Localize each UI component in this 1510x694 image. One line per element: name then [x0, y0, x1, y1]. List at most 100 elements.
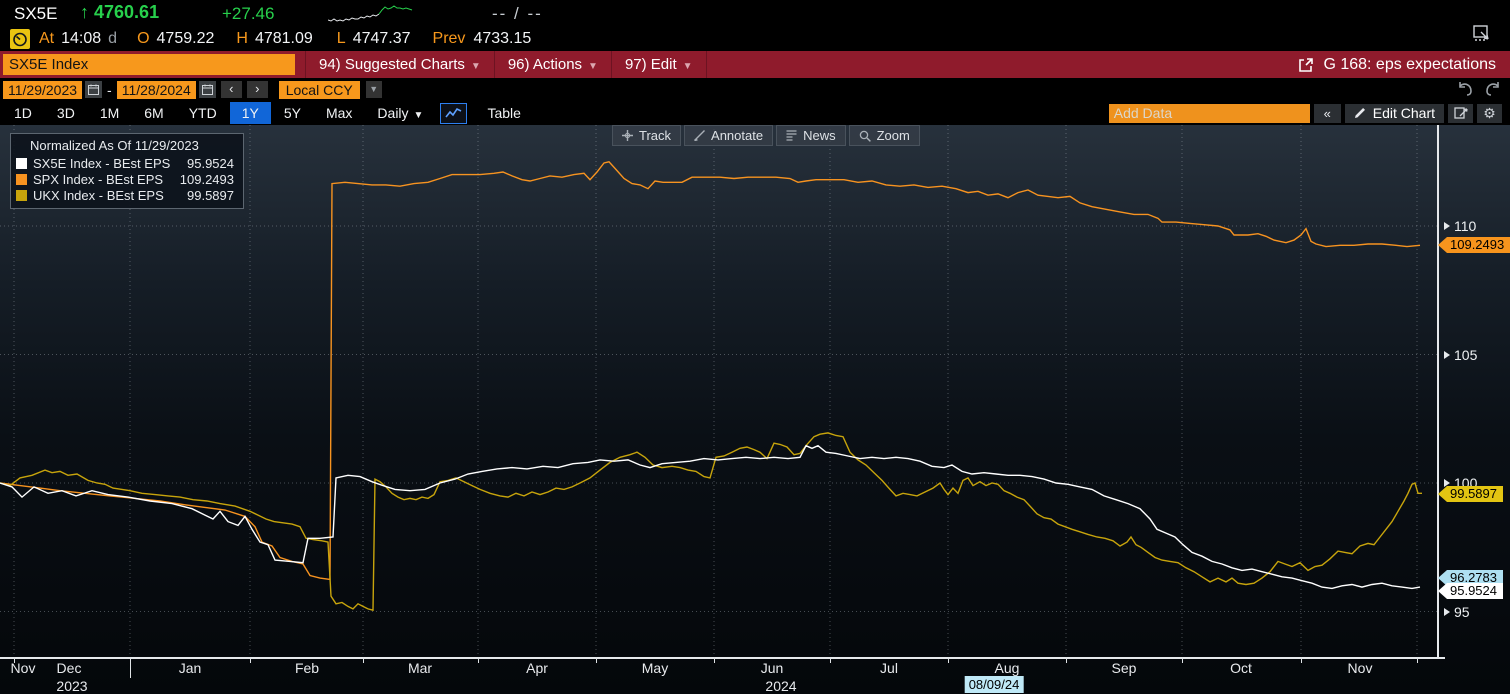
header-ticker: SX5E — [14, 4, 57, 24]
legend-swatch — [16, 174, 27, 185]
tab-3d[interactable]: 3D — [45, 102, 87, 124]
zoom-button[interactable]: Zoom — [849, 125, 920, 146]
last-price-badge: 109.2493 — [1438, 237, 1510, 253]
dropdown-arrow-icon: ▼ — [683, 61, 693, 72]
x-axis-month-label: Jul — [880, 660, 898, 676]
series-line — [0, 446, 1420, 589]
menu-edit[interactable]: 97) Edit▼ — [612, 51, 707, 78]
dropdown-arrow-icon: ▼ — [588, 61, 598, 72]
tab-5y[interactable]: 5Y — [272, 102, 313, 124]
open-label: O — [137, 30, 149, 48]
track-icon — [622, 130, 633, 141]
add-data-input[interactable]: Add Data — [1109, 104, 1310, 123]
end-date-input[interactable]: 11/28/2024 — [117, 81, 196, 99]
undo-icon[interactable] — [1456, 82, 1474, 97]
security-input[interactable]: SX5E Index — [3, 54, 295, 75]
x-axis-tick — [1066, 657, 1067, 663]
zoom-icon — [859, 130, 871, 142]
date-range-bar: 11/29/2023 - 11/28/2024 ‹ › Local CCY ▼ — [0, 78, 1510, 101]
x-axis-tick — [478, 657, 479, 663]
delayed-gauge-icon — [10, 29, 30, 49]
high-value: 4781.09 — [255, 30, 313, 48]
collapse-panel-button[interactable]: « — [1314, 104, 1341, 123]
tab-1m[interactable]: 1M — [88, 102, 131, 124]
range-forward-button[interactable]: › — [247, 81, 268, 98]
export-icon[interactable] — [1298, 57, 1314, 73]
screen-grab-icon[interactable] — [1472, 24, 1491, 43]
y-axis-tick-label: 105 — [1444, 347, 1477, 363]
legend-swatch — [16, 190, 27, 201]
tab-max[interactable]: Max — [314, 102, 364, 124]
open-value: 4759.22 — [157, 30, 215, 48]
calendar-icon[interactable] — [199, 81, 216, 98]
x-axis-month-label: Jun — [761, 660, 784, 676]
currency-dropdown-icon[interactable]: ▼ — [366, 81, 382, 98]
legend-item[interactable]: SX5E Index - BEst EPS95.9524 — [16, 155, 234, 171]
tab-ytd[interactable]: YTD — [177, 102, 229, 124]
x-axis-tick — [1417, 657, 1418, 663]
redo-icon[interactable] — [1484, 82, 1502, 97]
x-axis-line — [0, 657, 1445, 659]
legend-value: 95.9524 — [175, 156, 234, 171]
command-bar: SX5E Index 94) Suggested Charts▼96) Acti… — [0, 51, 1510, 78]
legend-item[interactable]: SPX Index - BEst EPS109.2493 — [16, 171, 234, 187]
x-axis-tick — [1301, 657, 1302, 663]
menu-suggested-charts[interactable]: 94) Suggested Charts▼ — [306, 51, 495, 78]
dropdown-arrow-icon: ▼ — [471, 61, 481, 72]
y-axis-tick-label: 95 — [1444, 604, 1470, 620]
tab-table[interactable]: Table — [475, 102, 532, 124]
chart-reference: G 168: eps expectations — [1298, 56, 1496, 74]
tracked-date-badge: 08/09/24 — [965, 676, 1024, 693]
up-arrow-icon: ↑ — [80, 2, 89, 22]
frequency-dropdown[interactable]: Daily▼ — [368, 102, 432, 124]
annotate-chart-icon[interactable] — [1448, 104, 1473, 123]
chart-type-button[interactable] — [440, 103, 467, 124]
pencil-icon — [1354, 107, 1366, 119]
chart-legend: Normalized As Of 11/29/2023 SX5E Index -… — [10, 133, 244, 209]
prev-value: 4733.15 — [473, 30, 531, 48]
currency-select[interactable]: Local CCY — [279, 81, 360, 99]
high-label: H — [236, 30, 248, 48]
edit-chart-button[interactable]: Edit Chart — [1345, 104, 1444, 123]
track-button[interactable]: Track — [612, 125, 681, 146]
annotate-button[interactable]: Annotate — [684, 125, 773, 146]
low-value: 4747.37 — [353, 30, 411, 48]
x-axis-tick — [714, 657, 715, 663]
x-axis-year-label: 2024 — [765, 678, 796, 694]
x-axis-month-label: Oct — [1230, 660, 1252, 676]
low-label: L — [337, 30, 346, 48]
tab-6m[interactable]: 6M — [132, 102, 175, 124]
x-axis-month-label: Dec — [57, 660, 82, 676]
chart-area[interactable]: 11010510095 109.249399.589796.278395.952… — [0, 125, 1510, 694]
dropdown-arrow-icon: ▼ — [414, 110, 424, 121]
quote-time: 14:08 — [61, 30, 101, 48]
y-axis-tick-label: 110 — [1444, 218, 1476, 234]
menu-bar: 94) Suggested Charts▼96) Actions▼97) Edi… — [305, 51, 707, 78]
legend-item[interactable]: UKX Index - BEst EPS99.5897 — [16, 187, 234, 203]
x-axis-tick — [130, 657, 131, 678]
settings-gear-icon[interactable]: ⚙ — [1477, 104, 1502, 123]
quote-header: SX5E ↑ 4760.61 +27.46 -- / -- At 14:08 d… — [0, 0, 1510, 51]
calendar-icon[interactable] — [85, 81, 102, 98]
range-back-button[interactable]: ‹ — [221, 81, 242, 98]
x-axis-tick — [363, 657, 364, 663]
x-axis-month-label: Nov — [11, 660, 36, 676]
last-price: ↑ 4760.61 — [80, 2, 159, 23]
x-axis-tick — [830, 657, 831, 663]
y-axis-line — [1437, 125, 1439, 659]
tab-1y[interactable]: 1Y — [230, 102, 271, 124]
intraday-sparkline — [328, 3, 414, 25]
x-axis-month-label: May — [642, 660, 668, 676]
at-label: At — [39, 30, 54, 48]
news-button[interactable]: News — [776, 125, 846, 146]
start-date-input[interactable]: 11/29/2023 — [3, 81, 82, 99]
x-axis-tick — [1182, 657, 1183, 663]
period-toolbar: 1D3D1M6MYTD1Y5YMax Daily▼ Table Add Data… — [0, 101, 1510, 125]
legend-value: 99.5897 — [175, 188, 234, 203]
menu-actions[interactable]: 96) Actions▼ — [495, 51, 612, 78]
x-axis-month-label: Sep — [1112, 660, 1137, 676]
tab-1d[interactable]: 1D — [2, 102, 44, 124]
chart-tool-buttons: TrackAnnotateNewsZoom — [612, 125, 920, 146]
chart-ref-label[interactable]: G 168: eps expectations — [1323, 56, 1496, 74]
last-price-badge: 95.9524 — [1438, 583, 1503, 599]
